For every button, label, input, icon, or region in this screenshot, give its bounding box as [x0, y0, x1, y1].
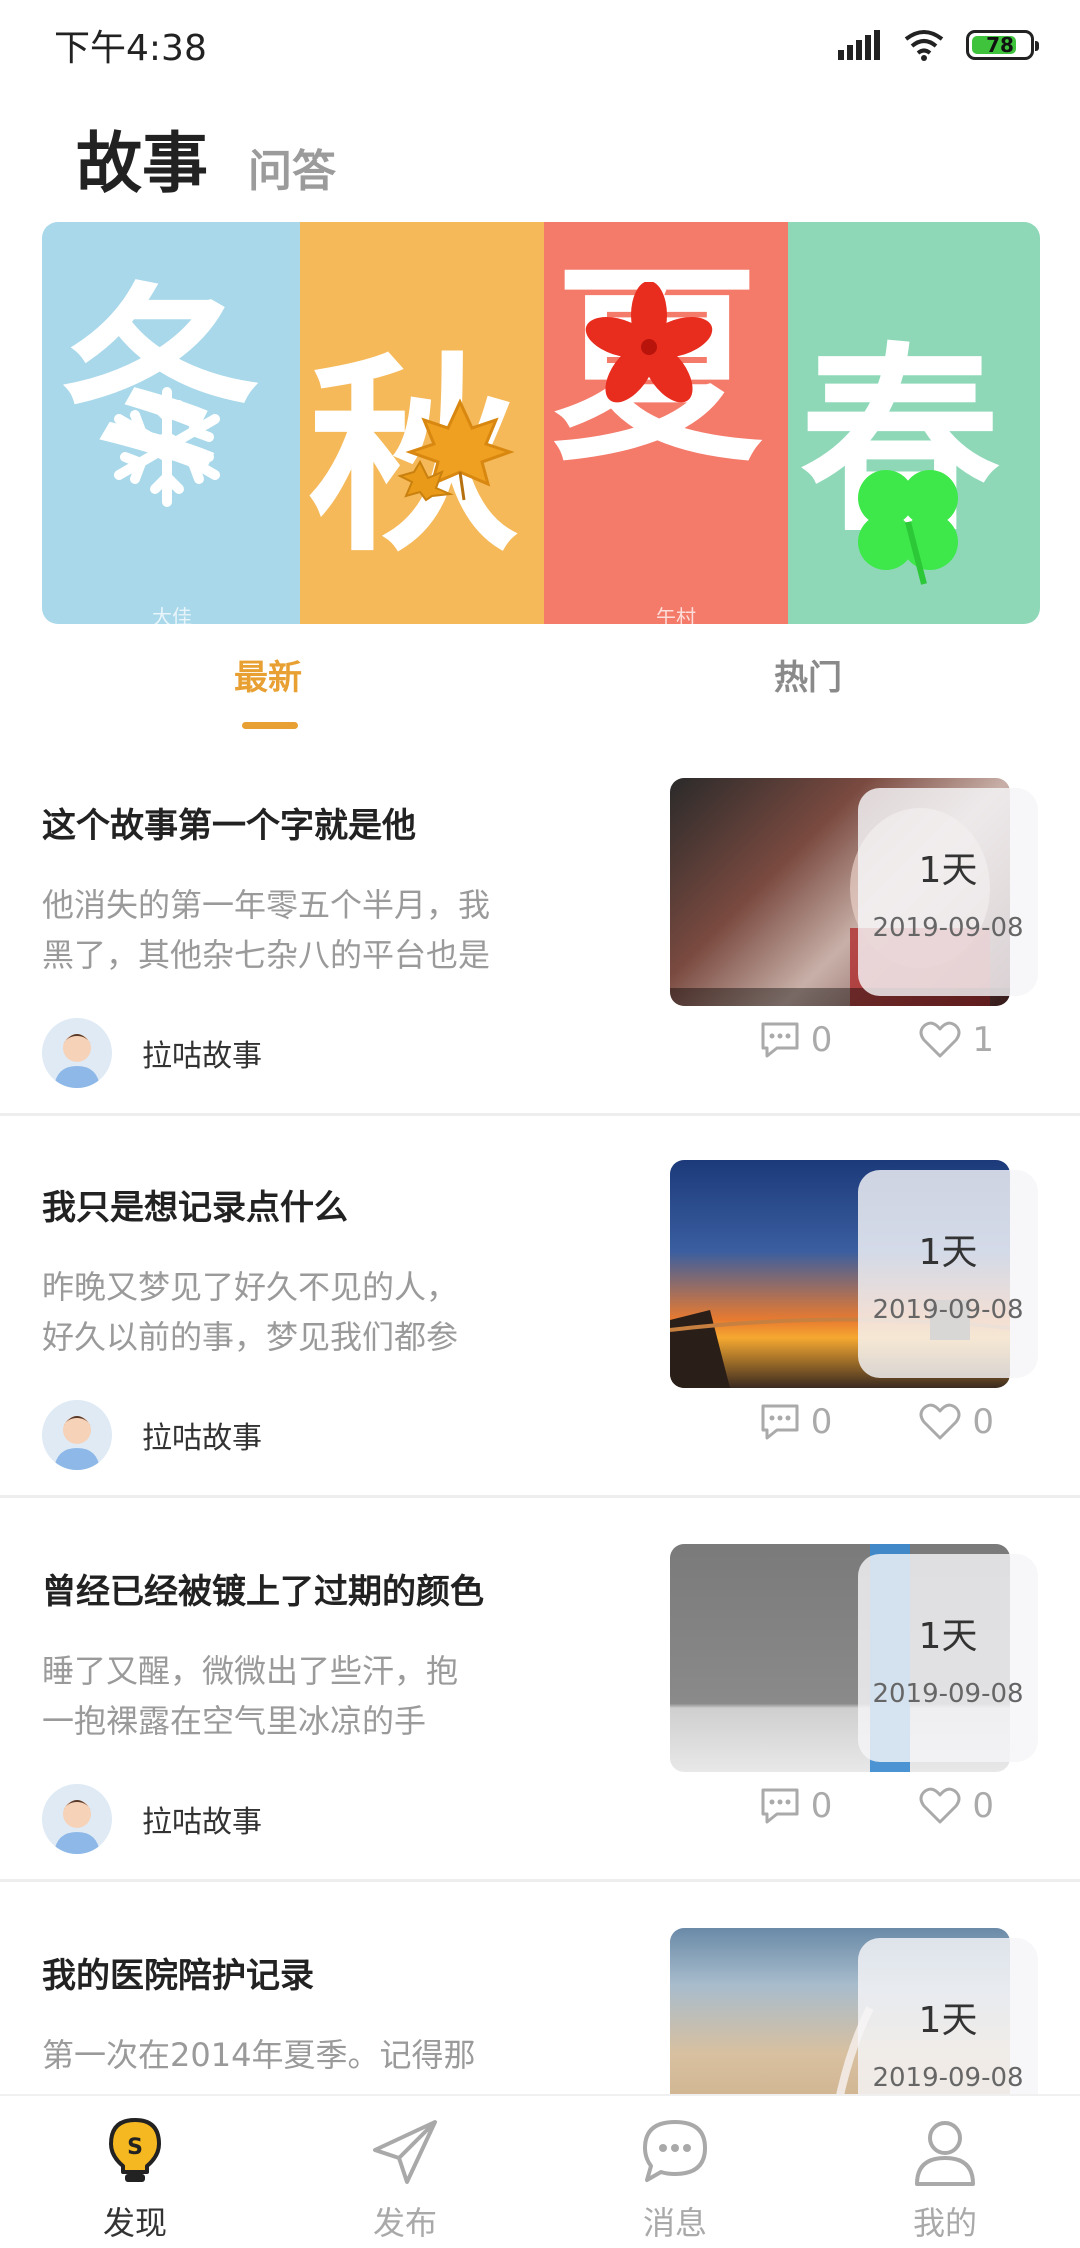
clover-icon: [858, 470, 958, 585]
nav-label: 发布: [372, 2204, 437, 2242]
excerpt-line: 黑了，其他杂七杂八的平台也是: [42, 936, 491, 974]
bottom-nav: S 发现 发布 消息 我的: [0, 2094, 1080, 2248]
flower-icon: [585, 282, 713, 403]
post-date: 2019-09-08: [872, 1679, 1024, 1709]
days-ago: 1天: [918, 850, 978, 891]
chat-bubble-icon: [635, 2112, 715, 2192]
excerpt-line: 一抱裸露在空气里冰凉的手: [42, 1702, 427, 1740]
nav-label: 我的: [912, 2204, 977, 2242]
comment-icon: [761, 1022, 799, 1058]
nav-label: 发现: [102, 2204, 167, 2242]
story-author[interactable]: 拉咕故事: [42, 1784, 262, 1854]
status-icons: 78: [838, 29, 1039, 61]
tab-qa[interactable]: 问答: [248, 135, 336, 199]
like-stat[interactable]: 0: [918, 1402, 994, 1442]
days-ago: 1天: [918, 1616, 978, 1657]
comment-count: 0: [810, 1020, 833, 1060]
wifi-icon: [904, 30, 944, 61]
comment-stat[interactable]: 0: [759, 1020, 833, 1060]
comment-count: 0: [810, 1402, 833, 1442]
comment-icon: [761, 1788, 799, 1824]
days-ago: 1天: [918, 1232, 978, 1273]
author-name: 拉咕故事: [142, 1805, 262, 1840]
active-tab-indicator: [242, 722, 298, 729]
story-title: 曾经已经被镀上了过期的颜色: [42, 1572, 484, 1612]
nav-profile[interactable]: 我的: [810, 2096, 1080, 2248]
header-tabs: 故事 问答: [76, 110, 336, 206]
comment-count: 0: [810, 1786, 833, 1826]
tab-stories[interactable]: 故事: [76, 110, 208, 206]
bulb-icon: S: [95, 2112, 175, 2192]
excerpt-line: 好久以前的事，梦见我们都参: [42, 1318, 459, 1356]
date-overlay: 1天 2019-09-08: [858, 788, 1038, 996]
excerpt-line: 睡了又醒，微微出了些汗，抱: [42, 1652, 459, 1690]
banner-winter: 冬 大佳: [42, 222, 300, 624]
comment-icon: [761, 1404, 799, 1440]
excerpt-line: 他消失的第一年零五个半月，我: [42, 886, 491, 924]
story-author[interactable]: 拉咕故事: [42, 1018, 262, 1088]
avatar: [42, 1018, 112, 1088]
banner-autumn: 秋: [300, 222, 544, 624]
author-name: 拉咕故事: [142, 1039, 262, 1074]
excerpt-line: 昨晚又梦见了好久不见的人，: [42, 1268, 459, 1306]
date-overlay: 1天 2019-09-08: [858, 1554, 1038, 1762]
post-date: 2019-09-08: [872, 913, 1024, 943]
nav-messages[interactable]: 消息: [540, 2096, 810, 2248]
paper-plane-icon: [365, 2112, 445, 2192]
snowflake-icon: [114, 387, 220, 507]
banner-spring: 春: [788, 222, 1040, 624]
comment-stat[interactable]: 0: [759, 1786, 833, 1826]
story-stats: 0 1: [759, 1020, 994, 1060]
heart-icon: [919, 1021, 961, 1058]
maple-leaf-icon: [397, 398, 515, 502]
season-banner[interactable]: 冬 大佳 秋 夏: [42, 222, 1040, 624]
story-author[interactable]: 拉咕故事: [42, 1400, 262, 1470]
like-count: 0: [972, 1402, 994, 1442]
like-stat[interactable]: 0: [918, 1786, 994, 1826]
story-title: 这个故事第一个字就是他: [42, 806, 416, 846]
excerpt-line: 第一次在2014年夏季。记得那: [42, 2036, 476, 2074]
avatar: [42, 1400, 112, 1470]
date-overlay: 1天 2019-09-08: [858, 1170, 1038, 1378]
avatar: [42, 1784, 112, 1854]
signal-icon: [838, 30, 880, 60]
feed-tabs: 最新 热门: [0, 650, 1080, 730]
like-count: 1: [972, 1020, 994, 1060]
nav-label: 消息: [642, 2204, 707, 2242]
banner-summer: 夏 午村: [544, 222, 788, 624]
story-excerpt: 他消失的第一年零五个半月，我 黑了，其他杂七杂八的平台也是: [42, 880, 562, 980]
post-date: 2019-09-08: [872, 2063, 1024, 2093]
tab-latest[interactable]: 最新: [234, 650, 302, 699]
nav-publish[interactable]: 发布: [270, 2096, 540, 2248]
heart-icon: [919, 1403, 961, 1440]
story-excerpt: 昨晚又梦见了好久不见的人， 好久以前的事，梦见我们都参: [42, 1262, 562, 1362]
battery-icon: 78: [966, 30, 1039, 60]
status-bar: 下午4:38 78: [0, 0, 1080, 90]
story-stats: 0 0: [759, 1402, 994, 1442]
days-ago: 1天: [918, 2000, 978, 2041]
like-stat[interactable]: 1: [918, 1020, 994, 1060]
tab-hot[interactable]: 热门: [774, 650, 842, 699]
summer-caption: 午村: [656, 605, 696, 624]
status-time: 下午4:38: [54, 28, 207, 69]
story-excerpt: 第一次在2014年夏季。记得那: [42, 2030, 562, 2080]
author-name: 拉咕故事: [142, 1421, 262, 1456]
svg-text:S: S: [127, 2135, 143, 2160]
like-count: 0: [972, 1786, 994, 1826]
nav-discover[interactable]: S 发现: [0, 2096, 270, 2248]
person-icon: [905, 2112, 985, 2192]
battery-level: 78: [986, 33, 1014, 57]
story-excerpt: 睡了又醒，微微出了些汗，抱 一抱裸露在空气里冰凉的手: [42, 1646, 562, 1746]
heart-icon: [919, 1787, 961, 1824]
post-date: 2019-09-08: [872, 1295, 1024, 1325]
story-title: 我的医院陪护记录: [42, 1956, 314, 1996]
comment-stat[interactable]: 0: [759, 1402, 833, 1442]
story-title: 我只是想记录点什么: [42, 1188, 348, 1228]
winter-caption: 大佳: [152, 605, 192, 624]
story-stats: 0 0: [759, 1786, 994, 1826]
